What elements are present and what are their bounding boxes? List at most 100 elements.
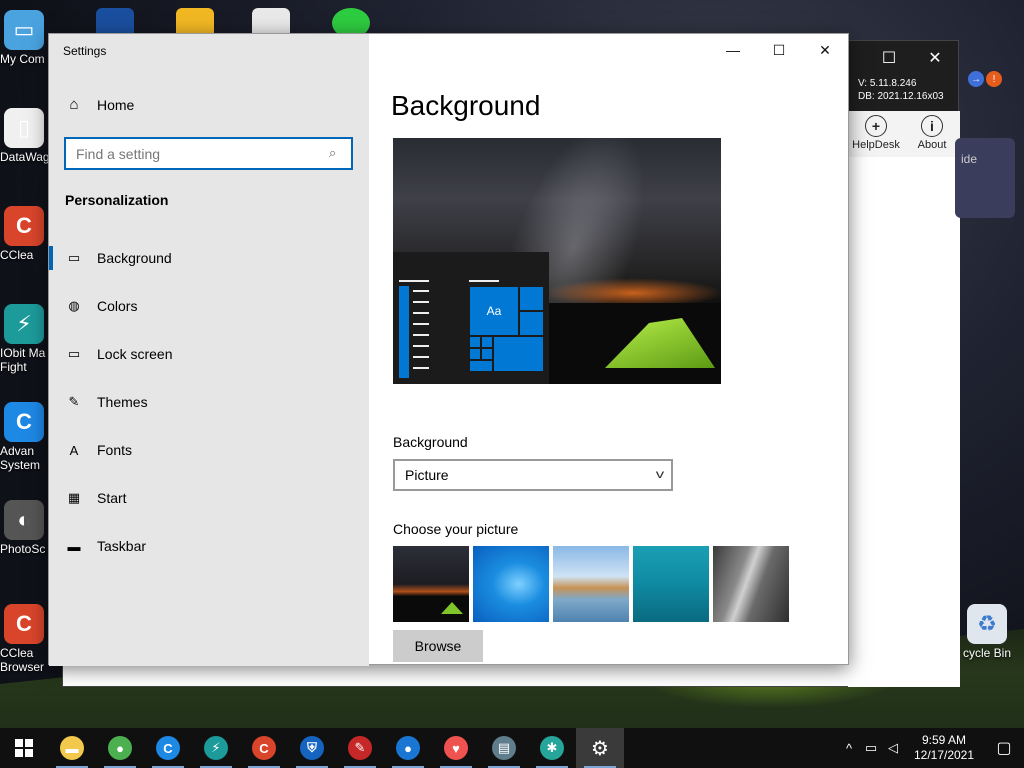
guide-card-text: ide <box>961 152 978 166</box>
search-icon[interactable]: ⌕ <box>329 145 336 161</box>
background-app-content <box>848 157 960 687</box>
taskbar-app-red-app[interactable]: ✎ <box>336 728 384 768</box>
browse-button[interactable]: Browse <box>393 630 483 662</box>
guide-card[interactable]: ide <box>955 138 1015 218</box>
nav-item-colors[interactable]: ◍ Colors <box>49 282 369 330</box>
advanced-systemcare-icon: C <box>156 736 180 760</box>
taskbar-app-advanced-systemcare[interactable]: C <box>144 728 192 768</box>
ccleaner-icon: C <box>252 736 276 760</box>
network-icon[interactable]: ▭ <box>860 740 882 756</box>
background-type-dropdown[interactable]: Picture v <box>393 459 673 491</box>
about-button[interactable]: i About <box>904 111 960 157</box>
warning-icon[interactable]: ! <box>986 71 1002 87</box>
nav-item-label: Start <box>97 490 127 506</box>
accessibility-app-icon: ✱ <box>540 736 564 760</box>
desktop-icon[interactable]: ▯ DataWag <box>0 108 50 164</box>
section-title: Personalization <box>65 192 169 208</box>
volume-muted-icon[interactable]: ◁ <box>882 740 904 756</box>
preview-line <box>399 280 429 282</box>
picture-thumbnail-underwater[interactable] <box>633 546 709 622</box>
notification-icon[interactable]: ▢ <box>984 738 1024 758</box>
taskbar-app-accessibility-app[interactable]: ✱ <box>528 728 576 768</box>
nav-icon: ▭ <box>67 346 81 361</box>
nav-icon: A <box>69 442 79 458</box>
red-app-icon: ✎ <box>348 736 372 760</box>
chevron-down-icon: v <box>655 467 665 481</box>
desktop-icon[interactable]: C CClea <box>0 206 48 262</box>
desktop-icon-label: Advan System <box>0 444 41 472</box>
nav-item-label: Themes <box>97 394 148 410</box>
choose-picture-label: Choose your picture <box>393 521 519 537</box>
desktop-icon[interactable]: ▭ My Com <box>0 10 48 66</box>
pocket-icon: ♥ <box>444 736 468 760</box>
start-button[interactable] <box>0 728 48 768</box>
recycle-bin-icon: ♻ <box>967 604 1007 644</box>
desktop-app-icon: ⚡ <box>4 304 44 344</box>
preview-tile <box>469 360 493 372</box>
nav-icon: ▭ <box>67 250 81 265</box>
nav-item-background[interactable]: ▭ Background <box>49 234 369 282</box>
desktop-icon-label: PhotoSc <box>0 542 46 556</box>
helpdesk-icon: + <box>865 115 887 137</box>
nav-item-start[interactable]: ▦ Start <box>49 474 369 522</box>
nav-item-themes[interactable]: ✎ Themes <box>49 378 369 426</box>
preview-tile <box>469 336 481 348</box>
desktop-icon[interactable]: C Advan System <box>0 402 48 472</box>
taskbar-app-ccleaner[interactable]: C <box>240 728 288 768</box>
search-input[interactable] <box>64 137 353 170</box>
background-app-close-button[interactable]: ✕ <box>912 41 958 75</box>
taskbar-app-file-explorer[interactable]: ▬ <box>48 728 96 768</box>
taskbar-app-pocket[interactable]: ♥ <box>432 728 480 768</box>
nav-item-label: Colors <box>97 298 138 314</box>
desktop-icon[interactable]: ⚡ IObit Ma Fight <box>0 304 48 374</box>
desktop-icon[interactable]: ◐ PhotoSc <box>0 500 48 556</box>
taskbar-app-network-app[interactable]: ▤ <box>480 728 528 768</box>
picture-thumbnail-night-tent[interactable] <box>393 546 469 622</box>
home-nav-item[interactable]: ⌂ Home <box>65 96 134 113</box>
picture-thumbnail-rock-cliff[interactable] <box>713 546 789 622</box>
picture-thumbnail-beach-rocks[interactable] <box>553 546 629 622</box>
desktop-app-icon: ▭ <box>4 10 44 50</box>
nav-icon: ▬ <box>67 538 81 554</box>
nav-item-label: Taskbar <box>97 538 147 554</box>
background-preview: Aa <box>393 138 721 384</box>
recycle-bin[interactable]: ♻ cycle Bin <box>950 604 1024 660</box>
preview-line <box>469 280 499 282</box>
status-icons: → ! <box>968 71 1002 87</box>
nav-item-taskbar[interactable]: ▬ Taskbar <box>49 522 369 570</box>
nav-item-lock-screen[interactable]: ▭ Lock screen <box>49 330 369 378</box>
taskbar-app-iobit-malware-fighter[interactable]: ⚡ <box>192 728 240 768</box>
desktop-icon-label: CClea Browser <box>0 646 45 674</box>
background-app-maximize-button[interactable]: ☐ <box>866 41 912 75</box>
window-title: Settings <box>63 44 107 58</box>
nav-item-label: Background <box>97 250 172 266</box>
nav-item-fonts[interactable]: A Fonts <box>49 426 369 474</box>
nav-item-label: Lock screen <box>97 346 173 362</box>
picture-thumbnail-windows-blue[interactable] <box>473 546 549 622</box>
background-app-toolbar: + HelpDesk i About <box>848 111 960 157</box>
clock-date: 12/17/2021 <box>913 748 975 762</box>
home-icon: ⌂ <box>69 96 79 113</box>
taskbar-app-ccleaner-browser[interactable]: ● <box>384 728 432 768</box>
preview-tile-large: Aa <box>469 286 519 336</box>
nav-icon: ◍ <box>68 298 80 313</box>
nav-icon: ▦ <box>67 490 81 505</box>
settings-window[interactable]: ⌂ Home ⌕ Personalization ▭ Background ◍ Col… <box>48 33 849 666</box>
taskbar-app-shield[interactable]: ⛨ <box>288 728 336 768</box>
chevron-up-icon[interactable]: ^ <box>838 741 860 756</box>
desktop-icon[interactable]: C CClea Browser <box>0 604 48 674</box>
desktop-icon-label: CClea <box>0 248 34 262</box>
settings-content: Background Aa Background Picture v Choos… <box>369 34 849 666</box>
file-explorer-icon: ▬ <box>60 736 84 760</box>
arrow-icon[interactable]: → <box>968 71 984 87</box>
ccleaner-browser-icon: ● <box>396 736 420 760</box>
taskbar: ▬ ● C ⚡ C ⛨ ✎ ● ♥ ▤ ✱ ⚙ ^ ▭ ◁ 9:59 AM 12/17/2021 ▢ <box>0 728 1024 768</box>
db-version-text: DB: 2021.12.16x03 <box>858 91 944 102</box>
taskbar-app-chrome[interactable]: ● <box>96 728 144 768</box>
shield-icon: ⛨ <box>300 736 324 760</box>
taskbar-app-settings[interactable]: ⚙ <box>576 728 624 768</box>
helpdesk-button[interactable]: + HelpDesk <box>848 111 904 157</box>
system-tray: ^ ▭ ◁ 9:59 AM 12/17/2021 ▢ <box>838 728 1024 768</box>
clock[interactable]: 9:59 AM 12/17/2021 <box>904 733 984 763</box>
info-icon: i <box>921 115 943 137</box>
